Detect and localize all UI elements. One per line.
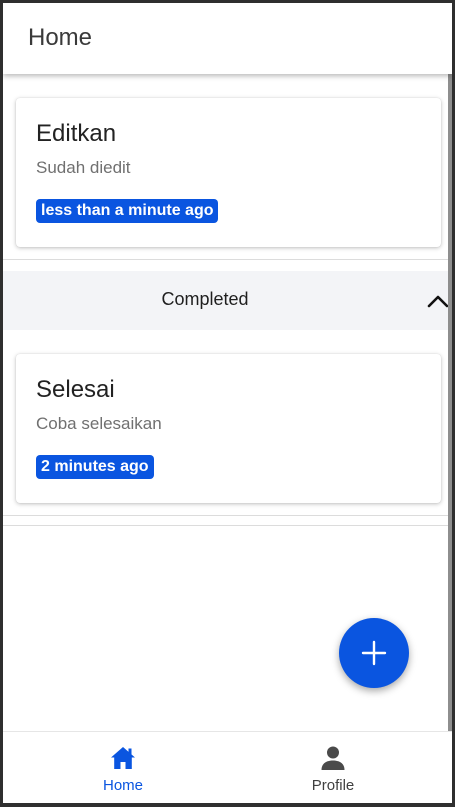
chevron-up-icon[interactable] [426, 291, 448, 311]
add-task-button[interactable] [339, 618, 409, 688]
scrollbar[interactable] [448, 74, 452, 731]
completed-section-header[interactable]: Completed [3, 271, 448, 330]
task-title: Editkan [36, 120, 117, 147]
task-description: Sudah diedit [36, 158, 131, 177]
divider [3, 259, 448, 260]
person-icon [321, 746, 345, 770]
plus-icon [361, 640, 387, 666]
divider [3, 515, 448, 516]
task-description: Coba selesaikan [36, 414, 162, 433]
nav-item-profile[interactable]: Profile [221, 732, 445, 803]
time-badge: less than a minute ago [36, 199, 219, 223]
bottom-nav: Home Profile [3, 731, 452, 803]
completed-task-card[interactable]: Selesai Coba selesaikan 2 minutes ago [16, 354, 441, 503]
task-card[interactable]: Editkan Sudah diedit less than a minute … [16, 98, 441, 247]
app-frame: Home Editkan Sudah diedit less than a mi… [0, 0, 455, 807]
app-bar: Home [3, 3, 452, 74]
nav-item-home[interactable]: Home [11, 732, 235, 803]
page-title: Home [28, 24, 93, 51]
nav-label-home: Home [102, 777, 143, 794]
completed-section-label: Completed [161, 289, 249, 309]
divider [3, 525, 448, 526]
task-title: Selesai [36, 376, 115, 403]
nav-label-profile: Profile [311, 777, 355, 794]
home-icon [111, 747, 135, 769]
time-badge: 2 minutes ago [36, 455, 154, 479]
